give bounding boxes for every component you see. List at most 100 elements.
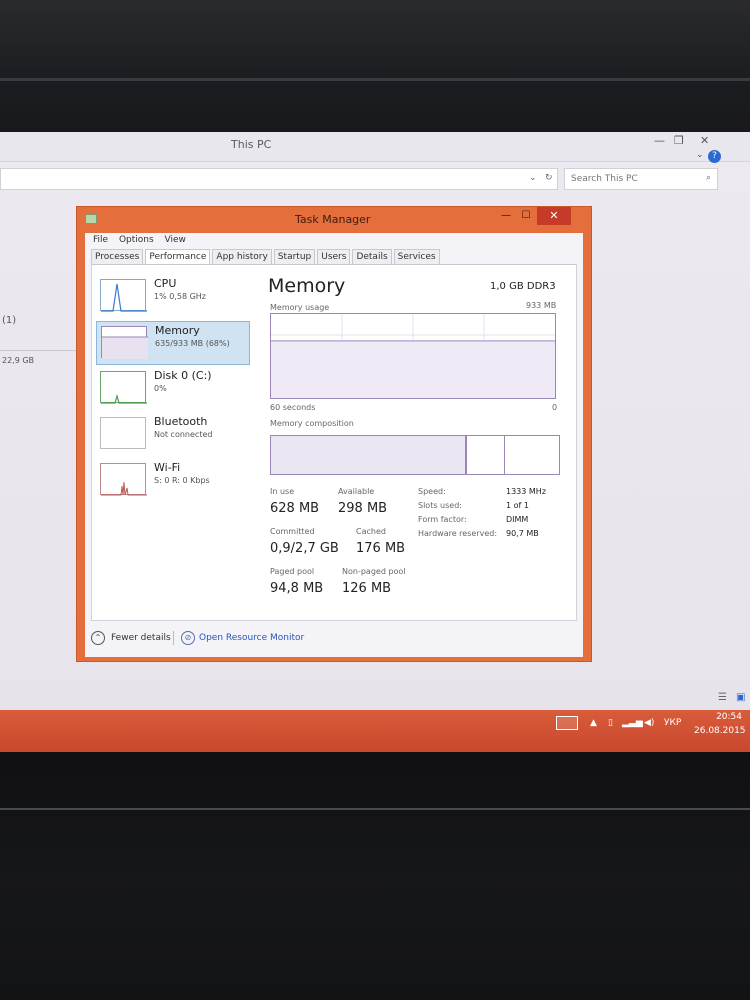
sidebar-disk-title: Disk 0 (C:) <box>154 369 212 382</box>
sidebar-item-cpu[interactable]: CPU 1% 0,58 GHz <box>96 275 250 319</box>
left-pane-size: 22,9 GB <box>2 356 35 365</box>
explorer-address-row: ⌄ ↻ Search This PC ⌕ <box>0 168 720 190</box>
search-icon: ⌕ <box>705 173 711 183</box>
bluetooth-thumbnail <box>100 417 146 449</box>
cached-value: 176 MB <box>356 541 406 556</box>
view-tiles-icon[interactable]: ▣ <box>736 692 745 703</box>
tab-users[interactable]: Users <box>317 249 351 265</box>
chevron-down-icon[interactable]: ⌄ <box>696 150 704 160</box>
sidebar-memory-sub: 635/933 MB (68%) <box>155 339 230 348</box>
battery-icon[interactable]: ▯ <box>608 718 613 728</box>
committed-value: 0,9/2,7 GB <box>270 541 339 556</box>
menu-bar: File Options View <box>93 235 194 245</box>
task-manager-icon <box>85 214 97 224</box>
composition-free <box>506 436 559 474</box>
available-value: 298 MB <box>338 501 388 516</box>
memory-thumbnail <box>101 326 148 359</box>
nonpaged-pool-value: 126 MB <box>342 581 392 596</box>
monitor-bezel-bottom <box>0 752 750 1000</box>
minimize-icon[interactable]: — <box>654 134 665 147</box>
sidebar-cpu-title: CPU <box>154 277 177 290</box>
hardware-reserved-value: 90,7 MB <box>506 529 539 538</box>
paged-pool-value: 94,8 MB <box>270 581 324 596</box>
fewer-details-button[interactable]: Fewer details <box>111 633 171 643</box>
memory-usage-area <box>271 340 555 398</box>
explorer-titlebar: This PC — ❐ ✕ <box>0 132 750 162</box>
task-manager-window: Task Manager — ☐ ✕ File Options View Pro… <box>76 206 592 662</box>
search-input[interactable]: Search This PC ⌕ <box>564 168 718 190</box>
sidebar-wifi-sub: S: 0 R: 0 Kbps <box>154 476 210 485</box>
sidebar-wifi-title: Wi-Fi <box>154 461 181 474</box>
cached-label: Cached <box>356 527 386 536</box>
address-dropdown-icon[interactable]: ⌄ <box>529 173 537 183</box>
memory-usage-graph <box>270 313 556 399</box>
menu-options[interactable]: Options <box>119 235 154 245</box>
available-label: Available <box>338 487 375 496</box>
tab-startup[interactable]: Startup <box>273 249 316 265</box>
sidebar-cpu-sub: 1% 0,58 GHz <box>154 292 207 301</box>
speed-label: Speed: <box>418 487 446 496</box>
close-button[interactable]: ✕ <box>537 207 571 225</box>
memory-composition-label: Memory composition <box>270 419 354 428</box>
nonpaged-pool-label: Non-paged pool <box>342 567 406 576</box>
minimize-button[interactable]: — <box>497 207 515 225</box>
page-title: Memory <box>268 275 346 297</box>
form-factor-value: DIMM <box>506 515 529 524</box>
tab-performance[interactable]: Performance <box>145 249 211 265</box>
tab-app-history[interactable]: App history <box>212 249 272 265</box>
tray-overflow-icon[interactable]: ▲ <box>590 718 597 728</box>
in-use-value: 628 MB <box>270 501 320 516</box>
maximize-button[interactable]: ☐ <box>517 207 535 225</box>
memory-usage-max: 933 MB <box>526 301 557 310</box>
menu-file[interactable]: File <box>93 235 108 245</box>
memory-usage-label: Memory usage <box>270 303 330 312</box>
volume-icon[interactable]: ◀) <box>644 718 654 728</box>
form-factor-label: Form factor: <box>418 515 467 524</box>
left-pane-count: (1) <box>2 315 17 326</box>
tab-services[interactable]: Services <box>393 249 440 265</box>
footer: ⌃ Fewer details ⊘ Open Resource Monitor <box>91 629 571 649</box>
footer-divider <box>173 631 174 645</box>
restore-icon[interactable]: ❐ <box>674 134 684 147</box>
resource-monitor-icon[interactable]: ⊘ <box>181 631 195 645</box>
clock-date[interactable]: 26.08.2015 <box>694 726 746 736</box>
in-use-label: In use <box>270 487 295 496</box>
keyboard-icon[interactable] <box>556 716 578 730</box>
taskbar: ▲ ▯ ▂▃▅ ◀) УКР 20:54 26.08.2015 <box>0 710 750 752</box>
sidebar-item-wifi[interactable]: Wi-Fi S: 0 R: 0 Kbps <box>96 459 250 503</box>
monitor-bezel-top <box>0 0 750 132</box>
task-manager-body: File Options View Processes Performance … <box>85 233 583 657</box>
sidebar-item-memory[interactable]: Memory 635/933 MB (68%) <box>96 321 250 365</box>
tab-strip: Processes Performance App history Startu… <box>91 249 442 265</box>
close-icon[interactable]: ✕ <box>700 134 709 147</box>
committed-label: Committed <box>270 527 315 536</box>
tab-details[interactable]: Details <box>352 249 392 265</box>
disk-thumbnail <box>100 371 147 404</box>
language-indicator[interactable]: УКР <box>664 718 681 728</box>
menu-view[interactable]: View <box>165 235 186 245</box>
sidebar-item-disk[interactable]: Disk 0 (C:) 0% <box>96 367 250 411</box>
sidebar-item-bluetooth[interactable]: Bluetooth Not connected <box>96 413 250 457</box>
photo-stage: This PC — ❐ ✕ ⌄ ? ⌄ ↻ Search This PC ⌕ (… <box>0 0 750 1000</box>
sidebar-memory-title: Memory <box>155 324 200 337</box>
view-details-icon[interactable]: ☰ <box>718 692 727 703</box>
memory-usage-plot <box>271 314 555 398</box>
refresh-icon[interactable]: ↻ <box>545 173 553 183</box>
chevron-up-icon[interactable]: ⌃ <box>91 631 105 645</box>
help-icon[interactable]: ? <box>708 150 721 163</box>
open-resource-monitor-link[interactable]: Open Resource Monitor <box>199 633 304 643</box>
zero-axis-label: 0 <box>552 403 558 412</box>
tab-processes[interactable]: Processes <box>91 249 144 265</box>
signal-icon[interactable]: ▂▃▅ <box>622 718 643 728</box>
time-axis-label: 60 seconds <box>270 403 316 412</box>
composition-standby <box>469 436 505 474</box>
cpu-thumbnail <box>100 279 147 312</box>
bezel-edge-bottom <box>0 808 750 810</box>
performance-panel: CPU 1% 0,58 GHz Memory 635/933 MB (68%) <box>91 265 577 621</box>
slots-label: Slots used: <box>418 501 462 510</box>
task-manager-titlebar[interactable]: Task Manager — ☐ ✕ <box>77 207 591 233</box>
address-bar[interactable]: ⌄ ↻ <box>0 168 558 190</box>
paged-pool-label: Paged pool <box>270 567 315 576</box>
clock-time[interactable]: 20:54 <box>700 712 742 722</box>
sidebar-bluetooth-title: Bluetooth <box>154 415 208 428</box>
